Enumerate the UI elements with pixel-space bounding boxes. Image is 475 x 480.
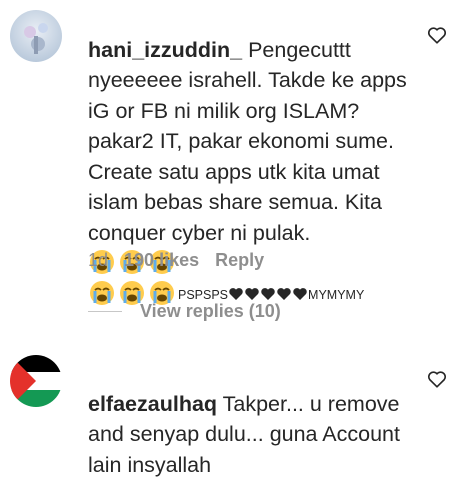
black-heart-icon — [292, 282, 308, 306]
view-replies-label: View replies (10) — [140, 301, 281, 321]
likes-count[interactable]: 190 likes — [124, 250, 199, 271]
reply-button[interactable]: Reply — [215, 250, 264, 271]
view-replies-button[interactable]: View replies (10) — [88, 301, 281, 322]
comment-text: elfaezaulhaq Takper... u remove and seny… — [88, 358, 408, 480]
heart-outline-icon[interactable] — [426, 368, 448, 390]
comment-meta: 1d 190 likes Reply — [88, 250, 264, 271]
palestine-flag-avatar — [10, 355, 62, 407]
replies-divider — [88, 311, 122, 312]
avatar-photo — [10, 10, 62, 62]
avatar[interactable] — [10, 10, 62, 62]
emoji-tail-text: MYMYMY — [308, 287, 365, 302]
avatar[interactable] — [10, 355, 62, 407]
comment-body: Pengecuttt nyeeeeee israhell. Takde ke a… — [88, 37, 407, 245]
username[interactable]: hani_izzuddin_ — [88, 38, 242, 62]
comment-time[interactable]: 1d — [88, 250, 108, 271]
username[interactable]: elfaezaulhaq — [88, 392, 217, 416]
emoji-tail-text: PSPSPS — [178, 287, 229, 302]
heart-outline-icon[interactable] — [426, 24, 448, 46]
